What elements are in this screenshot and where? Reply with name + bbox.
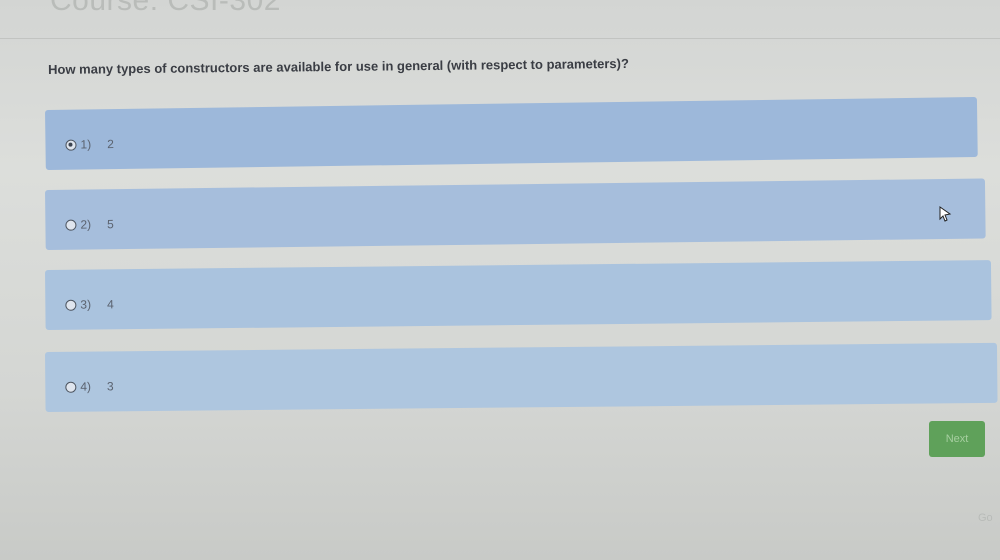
- option-value: 5: [107, 217, 114, 232]
- radio-icon[interactable]: [65, 139, 77, 151]
- option-number: 3): [80, 297, 92, 312]
- radio-icon[interactable]: [65, 219, 77, 231]
- go-link[interactable]: Go: [978, 512, 993, 524]
- option-number: 1): [80, 137, 92, 152]
- option-value: 3: [106, 379, 114, 394]
- answer-option-2[interactable]: 2) 5: [45, 178, 986, 250]
- answer-option-4[interactable]: 4) 3: [45, 342, 998, 412]
- answer-option-3[interactable]: 3) 4: [45, 260, 992, 330]
- page-header: Course: CSI-302: [0, 0, 1000, 39]
- course-title: Course: CSI-302: [50, 0, 281, 17]
- question-text: How many types of constructors are avail…: [48, 55, 629, 77]
- next-button[interactable]: Next: [929, 421, 985, 457]
- option-number: 2): [80, 217, 92, 232]
- answer-option-1[interactable]: 1) 2: [45, 96, 978, 170]
- radio-icon[interactable]: [65, 381, 77, 393]
- option-value: 2: [107, 137, 114, 152]
- option-number: 4): [80, 379, 92, 394]
- radio-icon[interactable]: [65, 299, 77, 311]
- mouse-cursor-icon: [939, 206, 952, 222]
- option-value: 4: [106, 297, 114, 312]
